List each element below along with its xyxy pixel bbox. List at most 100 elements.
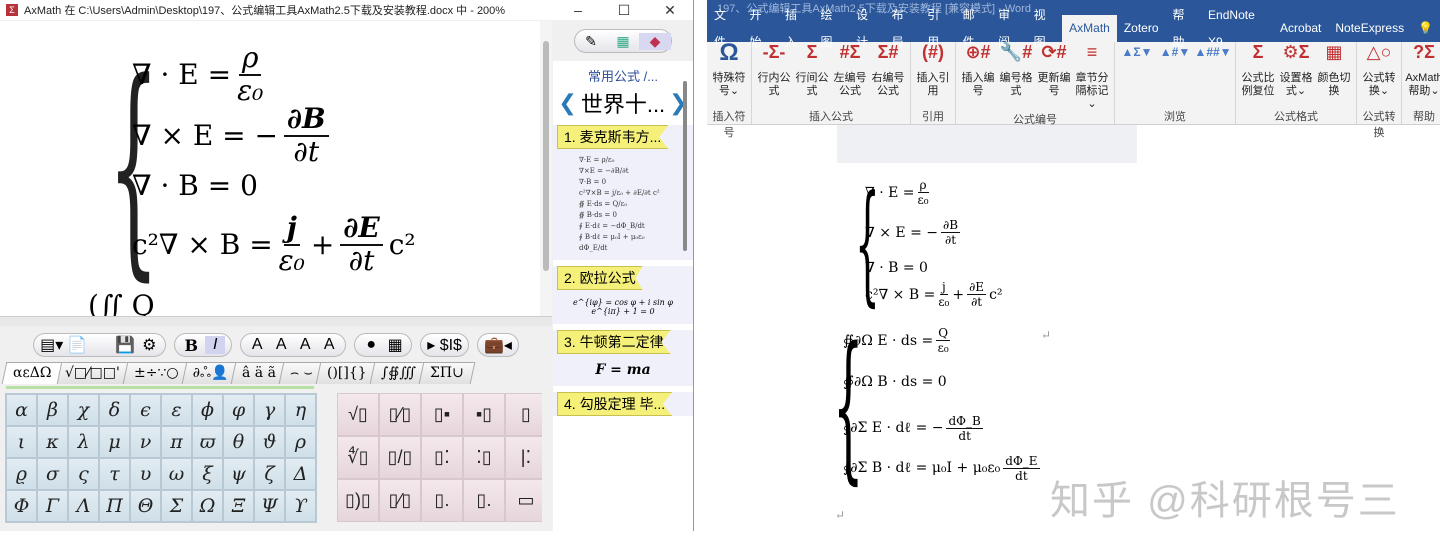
toolbar-button[interactable]: A	[247, 336, 267, 354]
panel-scrollbar[interactable]	[683, 81, 687, 251]
ribbon-tab[interactable]: Zotero	[1117, 15, 1166, 42]
greek-symbol-button[interactable]: Θ	[130, 490, 161, 522]
symbol-tab[interactable]: ±÷∵○	[122, 362, 191, 384]
toolbar-button[interactable]: ▦	[385, 335, 405, 355]
toolbar-button[interactable]: A	[319, 336, 339, 354]
ribbon-button[interactable]: -Σ- 行内公式	[755, 42, 793, 108]
toolbar-button[interactable]: I	[205, 336, 226, 354]
template-button[interactable]: ▯▪	[421, 393, 463, 436]
greek-symbol-button[interactable]: τ	[99, 458, 130, 490]
greek-symbol-button[interactable]: ε	[161, 394, 192, 426]
ribbon-button[interactable]: ▲Σ▼	[1118, 42, 1156, 108]
prev-category-button[interactable]: ❮	[558, 90, 576, 116]
ribbon-button[interactable]: ⟳# 更新编号	[1035, 42, 1073, 111]
greek-symbol-button[interactable]: Γ	[37, 490, 68, 522]
greek-symbol-button[interactable]: ϑ	[254, 426, 285, 458]
greek-symbol-button[interactable]: ϕ	[192, 394, 223, 426]
greek-symbol-button[interactable]: ϒ	[285, 490, 316, 522]
ribbon-button[interactable]: 🔧# 编号格式	[997, 42, 1035, 111]
library-breadcrumb[interactable]: 常用公式 /...	[553, 66, 693, 85]
editor-scrollbar[interactable]	[540, 21, 552, 316]
ribbon-button[interactable]: ⚙Σ 设置格式⌄	[1277, 42, 1315, 108]
template-button[interactable]: |⁚	[505, 436, 542, 479]
template-button[interactable]: ▯⁄▯	[379, 479, 421, 522]
template-button[interactable]: ▯)▯	[337, 479, 379, 522]
ribbon-tab[interactable]: Acrobat	[1273, 15, 1328, 42]
close-button[interactable]: ✕	[647, 2, 693, 19]
greek-symbol-button[interactable]: κ	[37, 426, 68, 458]
ribbon-button[interactable]: ⊕# 插入编号	[959, 42, 997, 111]
toolbar-button[interactable]: ●	[361, 336, 381, 354]
library-item[interactable]: 2. 欧拉公式 e^{iφ} = cos φ + i sin φ e^{iπ} + …	[553, 266, 693, 324]
ribbon-button[interactable]: Σ# 右编号公式	[869, 42, 907, 108]
library-item[interactable]: 1. 麦克斯韦方... ∇·E = ρ/ε₀ ∇×E = −∂B/∂t ∇·B = 0…	[553, 125, 693, 260]
greek-symbol-button[interactable]: ω	[161, 458, 192, 490]
greek-symbol-button[interactable]: δ	[99, 394, 130, 426]
greek-symbol-button[interactable]: ι	[6, 426, 37, 458]
greek-symbol-button[interactable]: β	[37, 394, 68, 426]
greek-symbol-button[interactable]: θ	[223, 426, 254, 458]
greek-symbol-button[interactable]: λ	[68, 426, 99, 458]
template-button[interactable]: √▯	[337, 393, 379, 436]
toolbar-button[interactable]: A	[295, 336, 315, 354]
greek-symbol-button[interactable]: ς	[68, 458, 99, 490]
template-button[interactable]: ▯	[505, 393, 542, 436]
library-item[interactable]: 4. 勾股定理 毕...	[553, 392, 693, 416]
toolbar-button[interactable]: A	[271, 336, 291, 354]
ribbon-button[interactable]: Σ 公式比例复位	[1239, 42, 1277, 108]
toolbar-button[interactable]: ⚙	[139, 335, 159, 355]
minimize-button[interactable]: –	[555, 2, 601, 18]
template-button[interactable]: ⁚▯	[463, 436, 505, 479]
greek-symbol-button[interactable]: π	[161, 426, 192, 458]
splitter[interactable]	[0, 316, 552, 326]
ribbon-button[interactable]: ▦ 颜色切换	[1315, 42, 1353, 108]
toolbar-button[interactable]: ▤▾	[40, 335, 63, 355]
greek-symbol-button[interactable]: Ξ	[223, 490, 254, 522]
greek-symbol-button[interactable]: Φ	[6, 490, 37, 522]
greek-symbol-button[interactable]: ζ	[254, 458, 285, 490]
greek-symbol-button[interactable]: ϖ	[192, 426, 223, 458]
formula-editor[interactable]: { ∇ · E = ρ ε₀ ∇ × E = − ∂B ∂t ∇ · B = 0 c²∇…	[0, 21, 540, 316]
ribbon-tab[interactable]: AxMath	[1062, 15, 1117, 42]
greek-symbol-button[interactable]: μ	[99, 426, 130, 458]
brush-icon[interactable]: ✎	[575, 33, 607, 50]
template-button[interactable]: ▯⁄▯	[379, 393, 421, 436]
symbol-tab[interactable]: ()[]{}	[315, 362, 379, 384]
template-button[interactable]: ▯.	[463, 479, 505, 522]
symbol-tab[interactable]: ΣΠ∪	[418, 362, 476, 384]
ribbon-button[interactable]: ▲#▼	[1156, 42, 1194, 108]
greek-symbol-button[interactable]: σ	[37, 458, 68, 490]
greek-symbol-button[interactable]: χ	[68, 394, 99, 426]
symbol-tab[interactable]: αεΔΩ	[1, 362, 63, 384]
template-button[interactable]: ∜▯	[337, 436, 379, 479]
greek-symbol-button[interactable]: Σ	[161, 490, 192, 522]
ribbon-button[interactable]: ≡ 章节分隔标记⌄	[1073, 42, 1111, 111]
palette-icon[interactable]: ▦	[607, 33, 639, 50]
library-item[interactable]: 3. 牛顿第二定律 F = ma	[553, 330, 693, 386]
ribbon-button[interactable]: △○ 公式转换⌄	[1360, 42, 1398, 108]
toolbar-button[interactable]: 💾	[115, 335, 135, 355]
symbol-tab[interactable]: √□⁄□□'	[54, 362, 132, 384]
ribbon-tab[interactable]: NoteExpress	[1328, 15, 1411, 42]
bookmark-icon[interactable]: ◆	[639, 32, 671, 50]
greek-symbol-button[interactable]: Ψ	[254, 490, 285, 522]
maximize-button[interactable]: ☐	[601, 2, 647, 19]
toolbar-button[interactable]: B	[181, 336, 201, 355]
greek-symbol-button[interactable]: η	[285, 394, 316, 426]
ribbon-button[interactable]: Σ 行间公式	[793, 42, 831, 108]
greek-symbol-button[interactable]: υ	[130, 458, 161, 490]
greek-symbol-button[interactable]: ρ	[285, 426, 316, 458]
greek-symbol-button[interactable]: Π	[99, 490, 130, 522]
template-button[interactable]: ▭	[505, 479, 542, 522]
greek-symbol-button[interactable]: ψ	[223, 458, 254, 490]
toolbar-button[interactable]: 💼◂	[484, 335, 512, 355]
greek-symbol-button[interactable]: γ	[254, 394, 285, 426]
greek-symbol-button[interactable]: ν	[130, 426, 161, 458]
greek-symbol-button[interactable]: Ω	[192, 490, 223, 522]
ribbon-button[interactable]: (#) 插入引用	[914, 42, 952, 108]
template-button[interactable]: ▯⁚	[421, 436, 463, 479]
greek-symbol-button[interactable]: Δ	[285, 458, 316, 490]
ribbon-tab[interactable]: 💡	[1411, 15, 1440, 42]
greek-symbol-button[interactable]: ϵ	[130, 394, 161, 426]
toolbar-button[interactable]: ▸ $I$	[427, 335, 462, 355]
